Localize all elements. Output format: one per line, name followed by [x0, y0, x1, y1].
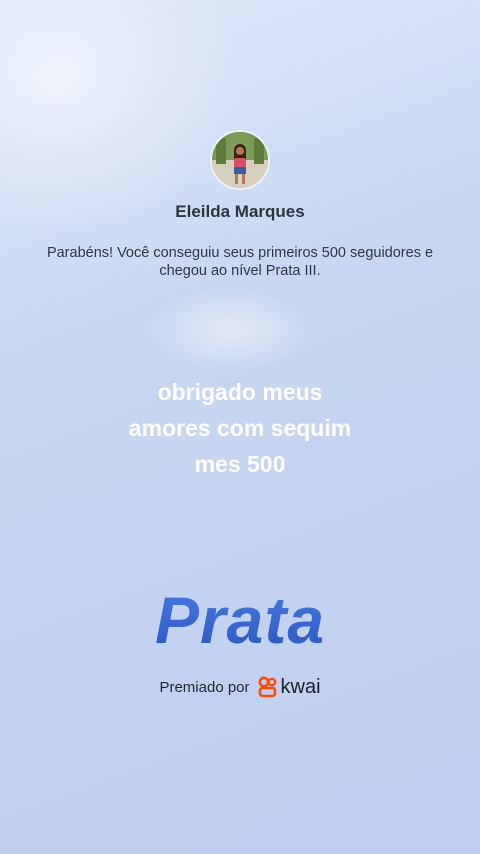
profile-name: Eleilda Marques — [175, 202, 305, 221]
level-title: Prata — [0, 582, 480, 658]
awarded-by-footer: Premiado por kwai — [0, 674, 480, 700]
kwai-brand: kwai — [258, 676, 321, 699]
video-caption: obrigado meus amores com sequim mes 500 — [100, 374, 380, 482]
caption-line-1: obrigado meus — [157, 379, 323, 405]
achievement-message-line-1: Parabéns! Você conseguiu seus primeiros … — [46, 245, 434, 261]
caption-line-3: mes 500 — [194, 451, 286, 477]
caption-line-2: amores com sequim — [128, 415, 352, 441]
achievement-message-line-2: chegou ao nível Prata III. — [159, 263, 321, 279]
awarded-by-label: Premiado por — [159, 678, 250, 696]
avatar-photo — [212, 132, 268, 188]
avatar[interactable] — [210, 130, 270, 190]
achievement-message: Parabéns! Você conseguiu seus primeiros … — [30, 244, 450, 280]
kwai-wordmark: kwai — [280, 675, 321, 698]
kwai-logo-icon — [258, 676, 276, 698]
